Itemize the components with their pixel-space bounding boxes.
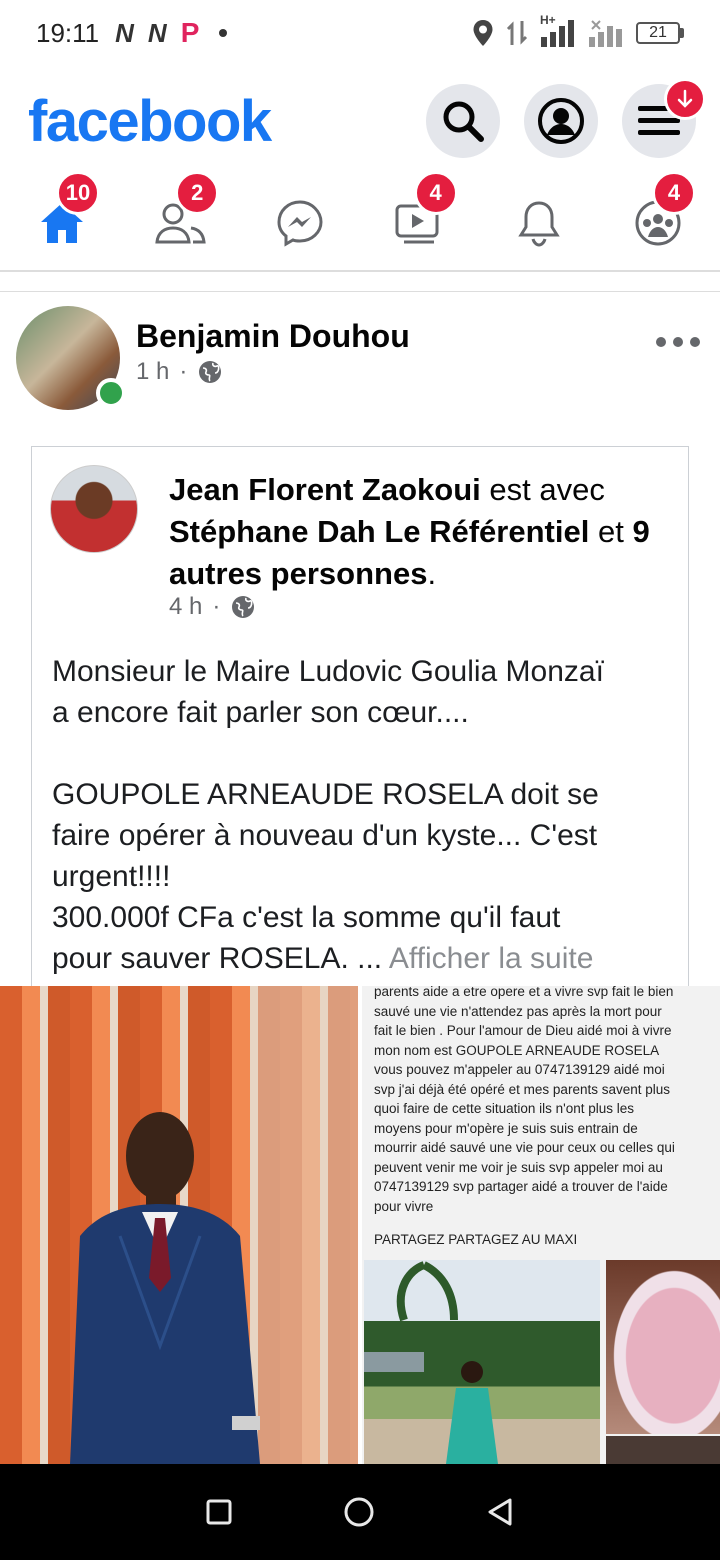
shared-post-time[interactable]: 4 h bbox=[169, 593, 202, 621]
status-time: 19:11 bbox=[36, 17, 100, 48]
tab-messenger[interactable] bbox=[270, 193, 330, 253]
see-more-link[interactable]: Afficher la suite bbox=[389, 942, 594, 975]
globe-icon bbox=[199, 361, 222, 383]
shared-post-card[interactable]: Jean Florent Zaokoui est avec Stéphane D… bbox=[31, 446, 689, 986]
tagged-person-name[interactable]: Stéphane Dah Le Référentiel bbox=[169, 514, 589, 549]
recent-apps-icon[interactable] bbox=[206, 1499, 232, 1525]
tab-badge: 2 bbox=[175, 171, 220, 215]
post-meta: 1 h · bbox=[136, 358, 223, 386]
bell-icon bbox=[518, 201, 560, 247]
shared-header-line-3: autres personnes. bbox=[169, 556, 437, 591]
tab-notifications[interactable] bbox=[509, 193, 569, 253]
status-bar: 19:11 N N P H+ 21 bbox=[0, 0, 720, 66]
tab-bar: 10 2 4 4 bbox=[0, 171, 720, 272]
post-header: Benjamin Douhou 1 h · bbox=[16, 306, 706, 416]
photo-medical-condition bbox=[606, 1260, 720, 1434]
location-icon bbox=[473, 20, 493, 46]
online-status-dot bbox=[96, 378, 126, 408]
photo-man-in-suit[interactable] bbox=[0, 986, 358, 1464]
feed-divider bbox=[0, 272, 720, 292]
screenshot-text: parents aide a etre opere et a vivre svp… bbox=[374, 986, 675, 1214]
screenshot-heading: PARTAGEZ PARTAGEZ AU MAXI bbox=[374, 1232, 578, 1247]
shared-header-line-2: Stéphane Dah Le Référentiel et 9 bbox=[169, 514, 650, 549]
more-notifications-dot-icon bbox=[219, 29, 228, 37]
post-author-name[interactable]: Benjamin Douhou bbox=[136, 318, 410, 355]
tab-badge: 4 bbox=[651, 171, 696, 215]
shared-header-line-1: Jean Florent Zaokoui est avec bbox=[169, 472, 605, 507]
tab-badge: 4 bbox=[413, 171, 458, 215]
meta-separator: · bbox=[179, 358, 188, 385]
system-nav-bar bbox=[0, 1464, 720, 1560]
tab-badge: 10 bbox=[56, 171, 100, 215]
menu-button[interactable] bbox=[622, 78, 706, 158]
globe-icon bbox=[232, 596, 255, 618]
shared-post-meta: 4 h · bbox=[169, 593, 256, 621]
tab-watch[interactable]: 4 bbox=[390, 171, 458, 253]
others-link[interactable]: autres personnes bbox=[169, 556, 427, 591]
arrow-down-icon bbox=[677, 89, 693, 108]
messenger-icon bbox=[277, 200, 323, 247]
shared-author-name[interactable]: Jean Florent Zaokoui bbox=[169, 472, 481, 507]
no-signal-icon bbox=[589, 20, 622, 47]
shared-author-avatar[interactable] bbox=[50, 465, 138, 553]
others-count[interactable]: 9 bbox=[632, 514, 649, 549]
more-options-icon[interactable] bbox=[656, 334, 700, 350]
data-arrows-icon bbox=[506, 21, 528, 45]
notification-n-icon: N bbox=[147, 17, 167, 48]
battery-level: 21 bbox=[636, 22, 680, 44]
photo-extra bbox=[606, 1436, 720, 1464]
battery-icon: 21 bbox=[636, 22, 684, 44]
notification-p-icon: P bbox=[180, 17, 200, 48]
app-header: facebook bbox=[0, 66, 720, 176]
photo-girl-outdoors bbox=[364, 1260, 600, 1464]
back-icon[interactable] bbox=[486, 1497, 514, 1527]
post-photo-collage[interactable]: parents aide a etre opere et a vivre svp… bbox=[0, 986, 720, 1464]
photo-appeal-screenshot[interactable]: parents aide a etre opere et a vivre svp… bbox=[362, 986, 720, 1464]
post-body-text: Monsieur le Maire Ludovic Goulia Monzaï … bbox=[52, 655, 604, 975]
notification-n-icon: N bbox=[115, 17, 134, 48]
search-icon bbox=[443, 101, 484, 142]
facebook-logo[interactable]: facebook bbox=[28, 88, 272, 155]
tab-friends[interactable]: 2 bbox=[151, 171, 220, 253]
profile-button[interactable] bbox=[524, 84, 598, 158]
tab-groups[interactable]: 4 bbox=[628, 171, 696, 253]
profile-icon bbox=[538, 98, 584, 144]
post-time[interactable]: 1 h bbox=[136, 358, 169, 386]
signal-strength-icon: H+ bbox=[540, 13, 576, 47]
home-circle-icon[interactable] bbox=[343, 1496, 375, 1528]
search-button[interactable] bbox=[426, 84, 500, 158]
download-badge bbox=[664, 78, 706, 120]
tab-home[interactable]: 10 bbox=[32, 171, 100, 253]
man-illustration bbox=[70, 986, 358, 1464]
